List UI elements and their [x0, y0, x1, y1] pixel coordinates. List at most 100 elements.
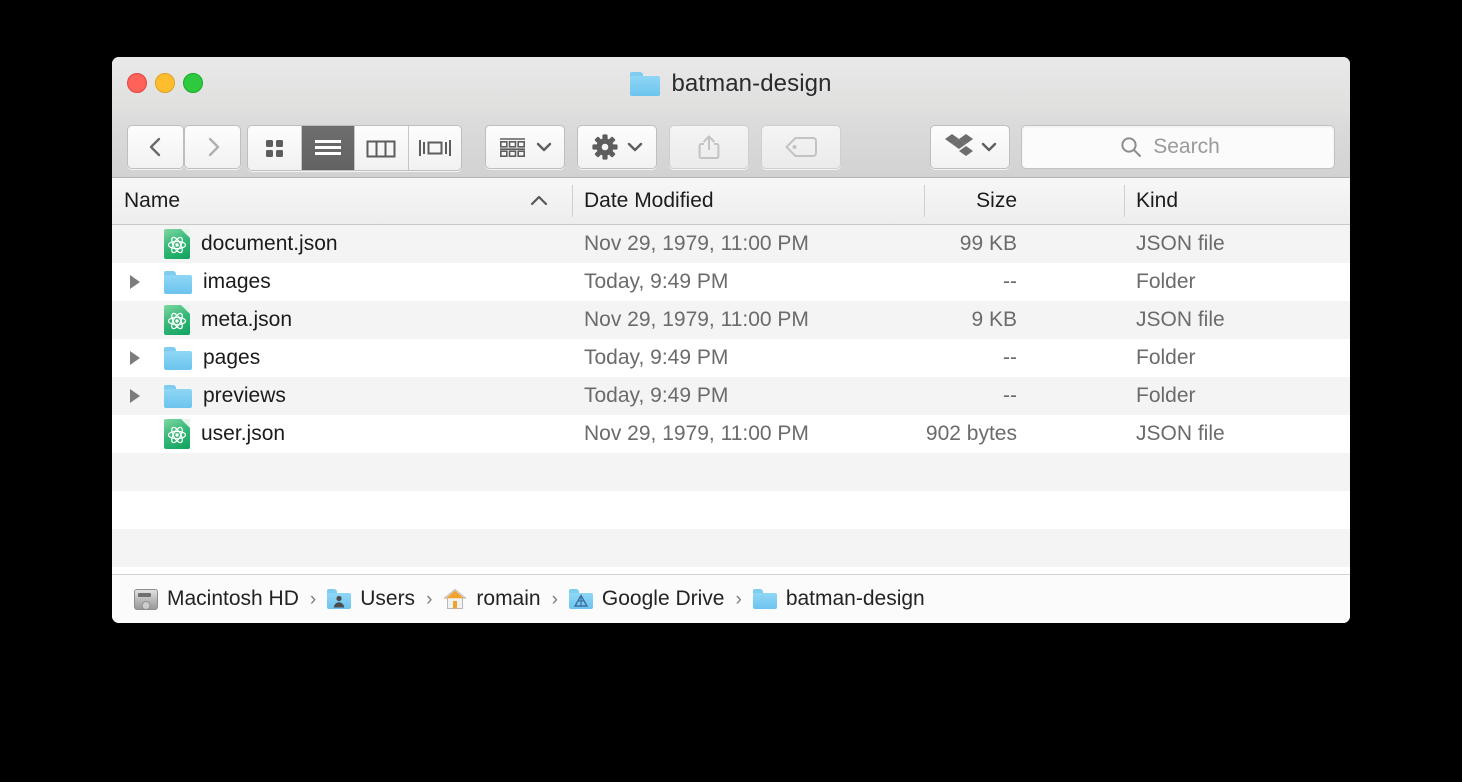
file-date-cell: Nov 29, 1979, 11:00 PM: [584, 422, 809, 445]
hard-drive-icon: [134, 588, 158, 610]
table-row[interactable]: document.json Nov 29, 1979, 11:00 PM 99 KB…: [112, 225, 1350, 263]
file-kind-cell: Folder: [1136, 270, 1196, 293]
file-name-cell[interactable]: user.json: [164, 419, 285, 449]
folder-icon: [164, 384, 192, 408]
list-view-button[interactable]: [301, 126, 355, 170]
json-file-icon: [164, 229, 190, 259]
file-name-cell[interactable]: document.json: [164, 229, 338, 259]
breadcrumb-separator-icon: ›: [426, 588, 433, 610]
forward-button[interactable]: [184, 125, 241, 169]
table-row[interactable]: images Today, 9:49 PM -- Folder: [112, 263, 1350, 301]
tag-button[interactable]: [761, 125, 841, 169]
file-date-cell: Nov 29, 1979, 11:00 PM: [584, 232, 809, 255]
arrange-button[interactable]: [485, 125, 565, 169]
zoom-button[interactable]: [183, 73, 203, 93]
breadcrumb-label: Macintosh HD: [167, 587, 299, 610]
disclosure-triangle-icon[interactable]: [130, 275, 140, 289]
file-kind-cell: Folder: [1136, 384, 1196, 407]
folder-icon: [630, 72, 661, 96]
file-name-cell[interactable]: meta.json: [164, 305, 292, 335]
file-date-cell: Today, 9:49 PM: [584, 346, 729, 369]
chevron-down-icon: [627, 142, 642, 152]
file-kind-cell: JSON file: [1136, 422, 1225, 445]
close-button[interactable]: [127, 73, 147, 93]
empty-row: [112, 491, 1350, 529]
window-title: batman-design: [671, 70, 832, 97]
file-kind-cell: JSON file: [1136, 232, 1225, 255]
view-mode-segmented-control: [247, 125, 462, 171]
chevron-down-icon: [536, 142, 552, 152]
back-button[interactable]: [127, 125, 184, 169]
breadcrumb-item[interactable]: romain: [443, 587, 541, 611]
dropbox-button[interactable]: [930, 125, 1010, 169]
file-size-cell: --: [1003, 346, 1017, 369]
file-name-label: document.json: [201, 232, 338, 255]
breadcrumb-separator-icon: ›: [735, 588, 742, 610]
file-date-cell: Today, 9:49 PM: [584, 270, 729, 293]
traffic-lights: [127, 73, 203, 93]
column-header-row: Name Date Modified Size Kind: [112, 178, 1350, 225]
arrange-grid-icon: [499, 138, 526, 158]
title-bar: batman-design: [112, 57, 1350, 117]
breadcrumb-item[interactable]: Google Drive: [568, 587, 725, 611]
column-view-button[interactable]: [355, 126, 409, 170]
table-row[interactable]: meta.json Nov 29, 1979, 11:00 PM 9 KB JSON …: [112, 301, 1350, 339]
dropbox-icon: [944, 134, 973, 156]
list-icon: [314, 140, 341, 155]
minimize-button[interactable]: [155, 73, 175, 93]
file-size-cell: 99 KB: [959, 232, 1017, 255]
breadcrumb-separator-icon: ›: [551, 588, 558, 610]
icon-view-button[interactable]: [248, 126, 302, 170]
empty-row: [112, 529, 1350, 567]
disclosure-triangle-icon[interactable]: [130, 351, 140, 365]
gallery-view-button[interactable]: [408, 126, 461, 170]
file-kind-cell: Folder: [1136, 346, 1196, 369]
breadcrumb-separator-icon: ›: [309, 588, 317, 610]
file-date-cell: Today, 9:49 PM: [584, 384, 729, 407]
users-folder-icon: [327, 589, 352, 609]
search-input[interactable]: Search: [1021, 125, 1335, 169]
json-file-icon: [164, 305, 190, 335]
breadcrumb-label: batman-design: [785, 587, 925, 610]
breadcrumb-item[interactable]: batman-design: [752, 587, 925, 611]
chevron-left-icon: [149, 137, 160, 157]
column-header-kind[interactable]: Kind: [1136, 178, 1178, 224]
toolbar: Search: [112, 117, 1350, 178]
chevron-right-icon: [208, 137, 219, 157]
file-date-cell: Nov 29, 1979, 11:00 PM: [584, 308, 809, 331]
breadcrumb-item[interactable]: Users: [327, 587, 415, 611]
table-row[interactable]: user.json Nov 29, 1979, 11:00 PM 902 bytes…: [112, 415, 1350, 453]
file-size-cell: 902 bytes: [925, 422, 1017, 445]
disclosure-triangle-icon[interactable]: [130, 389, 140, 403]
breadcrumb-label: Users: [360, 587, 416, 610]
breadcrumb-label: Google Drive: [601, 587, 725, 610]
column-header-size[interactable]: Size: [812, 178, 1017, 224]
google-drive-folder-icon: [568, 589, 593, 609]
table-row[interactable]: previews Today, 9:49 PM -- Folder: [112, 377, 1350, 415]
column-divider[interactable]: [572, 185, 573, 217]
file-name-cell[interactable]: previews: [164, 384, 286, 408]
file-kind-cell: JSON file: [1136, 308, 1225, 331]
column-header-name[interactable]: Name: [124, 178, 180, 224]
table-row[interactable]: pages Today, 9:49 PM -- Folder: [112, 339, 1350, 377]
file-name-label: meta.json: [201, 308, 293, 331]
file-name-cell[interactable]: images: [164, 270, 271, 294]
sort-ascending-icon: [530, 195, 548, 206]
file-name-cell[interactable]: pages: [164, 346, 260, 370]
grid-icon: [266, 140, 284, 157]
column-divider[interactable]: [1124, 185, 1125, 217]
breadcrumb-item[interactable]: Macintosh HD: [134, 587, 299, 611]
share-button[interactable]: [669, 125, 749, 169]
json-file-icon: [164, 419, 190, 449]
gear-icon: [591, 134, 618, 160]
home-folder-icon: [443, 588, 468, 610]
file-size-cell: --: [1003, 384, 1017, 407]
column-header-date-modified[interactable]: Date Modified: [584, 178, 714, 224]
action-menu-button[interactable]: [577, 125, 657, 169]
file-name-label: pages: [203, 346, 261, 369]
finder-window: batman-design Search Name Date Modified …: [112, 57, 1350, 623]
file-name-label: user.json: [201, 422, 286, 445]
tag-icon: [785, 137, 817, 157]
folder-icon: [164, 270, 192, 294]
file-size-cell: 9 KB: [971, 308, 1017, 331]
